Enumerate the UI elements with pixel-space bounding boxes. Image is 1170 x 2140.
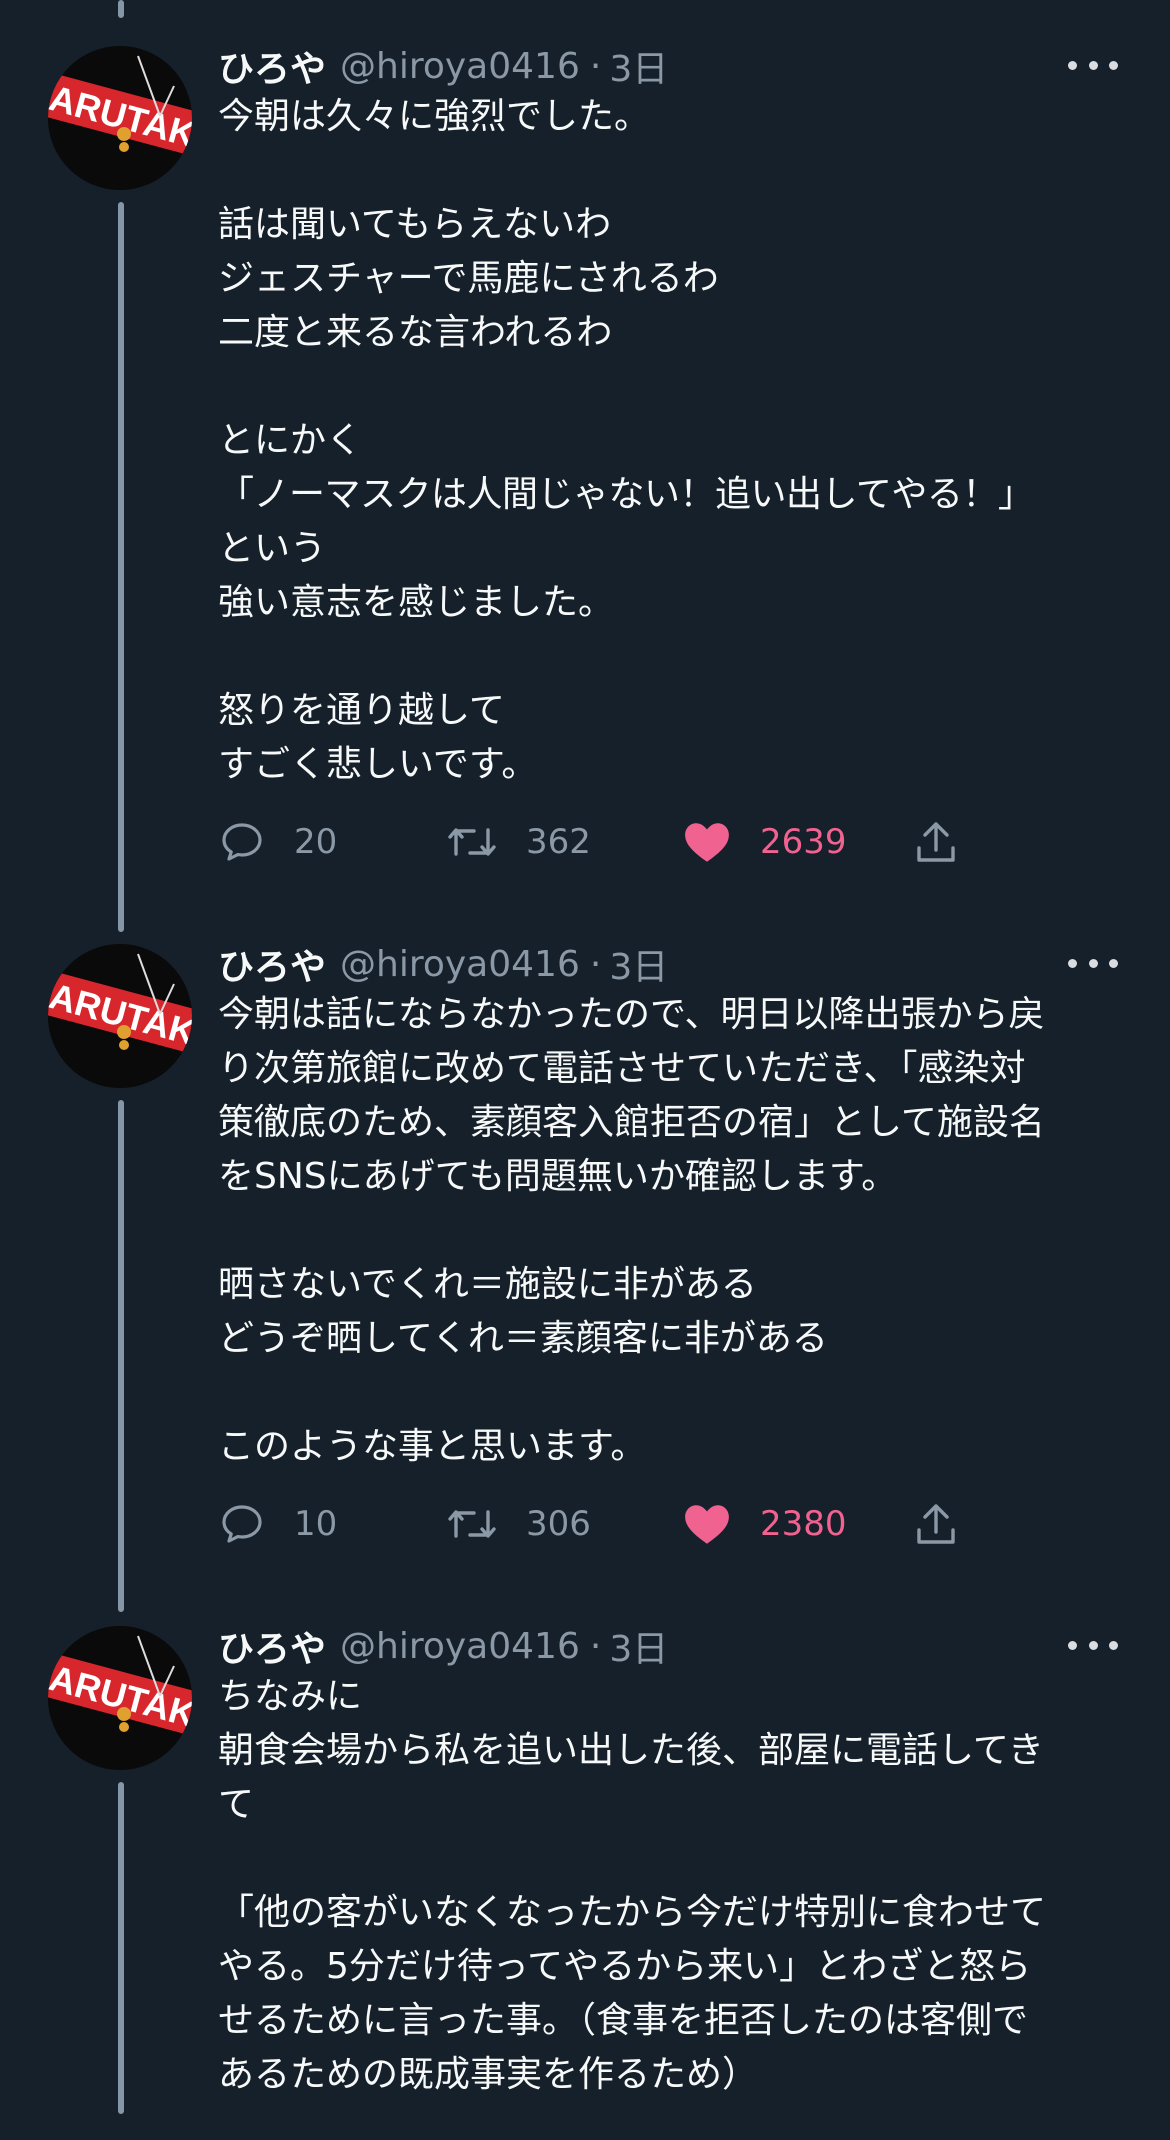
tweet-header: ひろや @hiroya0416 · 3日 [218, 936, 668, 992]
more-icon [1109, 958, 1118, 968]
text-line: とにかく [218, 420, 363, 461]
avatar-image: MARUTAKA [48, 944, 192, 1088]
share-icon [917, 822, 955, 862]
retweet-icon [448, 1510, 496, 1538]
more-icon [1088, 1640, 1098, 1650]
share-button[interactable] [914, 1494, 958, 1554]
text-line: 怒りを通り越して [218, 690, 505, 731]
reply-count: 20 [294, 822, 338, 862]
text-line: 「他の客がいなくなったから今だけ特別に食わせて [218, 1892, 1047, 1933]
share-icon [917, 1504, 955, 1544]
user-handle[interactable]: @hiroya0416 [340, 46, 580, 87]
separator: · [589, 45, 602, 87]
tweet-text: ちなみに 朝食会場から私を追い出した後、部屋に電話してき て 「他の客がいなくな… [218, 1670, 1124, 2102]
heart-icon [685, 823, 729, 862]
text-line: て [218, 1784, 255, 1825]
reply-button[interactable]: 20 [218, 812, 337, 872]
timestamp[interactable]: 3日 [609, 938, 668, 990]
retweet-count: 362 [526, 822, 591, 862]
timestamp[interactable]: 3日 [609, 1620, 668, 1672]
reply-icon [222, 1505, 262, 1543]
tweet-header: ひろや @hiroya0416 · 3日 [218, 38, 668, 94]
text-line: 朝食会場から私を追い出した後、部屋に電話してき [218, 1730, 1044, 1771]
text-line: 策徹底のため、素顔客入館拒否の宿」として施設名 [218, 1102, 1045, 1143]
text-line: やる。5分だけ待ってやるから来い」とわざと怒ら [218, 1946, 1032, 1987]
more-icon [1068, 1640, 1077, 1650]
text-line [218, 360, 1124, 414]
avatar-image: MARUTAKA [48, 1626, 192, 1770]
more-icon [1068, 958, 1077, 968]
reply-icon [222, 823, 262, 861]
display-name[interactable]: ひろや [218, 938, 326, 990]
like-count: 2639 [760, 822, 847, 862]
action-bar: 20 362 2639 [218, 812, 978, 872]
like-button[interactable]: 2639 [682, 812, 847, 872]
text-line [218, 630, 1124, 684]
display-name[interactable]: ひろや [218, 40, 326, 92]
text-line: をSNSにあげても問題無いか確認します。 [218, 1156, 898, 1197]
action-bar: 10 306 2380 [218, 1494, 978, 1554]
thread-line [118, 202, 124, 932]
tweet-text: 今朝は久々に強烈でした。 話は聞いてもらえないわ ジェスチャーで馬鹿にされるわ … [218, 90, 1124, 792]
thread-line [118, 0, 124, 18]
text-line: 強い意志を感じました。 [218, 582, 615, 623]
thread-line [118, 1782, 124, 2114]
text-line: 今朝は久々に強烈でした。 [218, 96, 651, 137]
like-count: 2380 [760, 1504, 847, 1544]
more-icon [1068, 60, 1077, 70]
like-button[interactable]: 2380 [682, 1494, 847, 1554]
text-line: 晒さないでくれ＝施設に非がある [218, 1264, 757, 1305]
separator: · [589, 943, 602, 985]
avatar[interactable]: MARUTAKA [48, 1626, 192, 1770]
text-line [218, 1204, 1124, 1258]
thread-line [118, 1100, 124, 1612]
tweet-text: 今朝は話にならなかったので、明日以降出張から戻 り次第旅館に改めて電話させていた… [218, 988, 1124, 1474]
text-line: り次第旅館に改めて電話させていただき、「感染対 [218, 1048, 1026, 1089]
more-icon [1109, 60, 1118, 70]
reply-button[interactable]: 10 [218, 1494, 337, 1554]
avatar[interactable]: MARUTAKA [48, 944, 192, 1088]
share-button[interactable] [914, 812, 958, 872]
display-name[interactable]: ひろや [218, 1620, 326, 1672]
text-line: あるための既成事実を作るため） [218, 2054, 759, 2095]
separator: · [589, 1625, 602, 1667]
text-line [218, 1366, 1124, 1420]
user-handle[interactable]: @hiroya0416 [340, 1626, 580, 1667]
text-line [218, 1832, 1124, 1886]
user-handle[interactable]: @hiroya0416 [340, 944, 580, 985]
tweet-header: ひろや @hiroya0416 · 3日 [218, 1618, 668, 1674]
text-line: すごく悲しいです。 [218, 744, 538, 785]
heart-icon [685, 1505, 729, 1544]
text-line: どうぞ晒してくれ＝素顔客に非がある [218, 1318, 828, 1359]
text-line: このような事と思います。 [218, 1426, 647, 1467]
more-icon [1088, 958, 1098, 968]
text-line: せるために言った事。（食事を拒否したのは客側で [218, 2000, 1029, 2041]
text-line: ちなみに [218, 1676, 363, 1717]
text-line: 二度と来るな言われるわ [218, 312, 613, 353]
text-line: 「ノーマスクは人間じゃない！追い出してやる！」 [218, 474, 1034, 515]
retweet-button[interactable]: 362 [446, 812, 591, 872]
retweet-icon [448, 828, 496, 856]
reply-count: 10 [294, 1504, 338, 1544]
more-button[interactable] [1068, 948, 1118, 978]
text-line: 今朝は話にならなかったので、明日以降出張から戻 [218, 994, 1045, 1035]
avatar[interactable]: MARUTAKA [48, 46, 192, 190]
retweet-count: 306 [526, 1504, 591, 1544]
text-line: という [218, 528, 327, 569]
timestamp[interactable]: 3日 [609, 40, 668, 92]
text-line [218, 144, 1124, 198]
avatar-image: MARUTAKA [48, 46, 192, 190]
more-button[interactable] [1068, 50, 1118, 80]
more-icon [1088, 60, 1098, 70]
text-line: 話は聞いてもらえないわ [218, 204, 612, 245]
more-icon [1109, 1640, 1118, 1650]
more-button[interactable] [1068, 1630, 1118, 1660]
text-line: ジェスチャーで馬鹿にされるわ [218, 258, 719, 299]
retweet-button[interactable]: 306 [446, 1494, 591, 1554]
